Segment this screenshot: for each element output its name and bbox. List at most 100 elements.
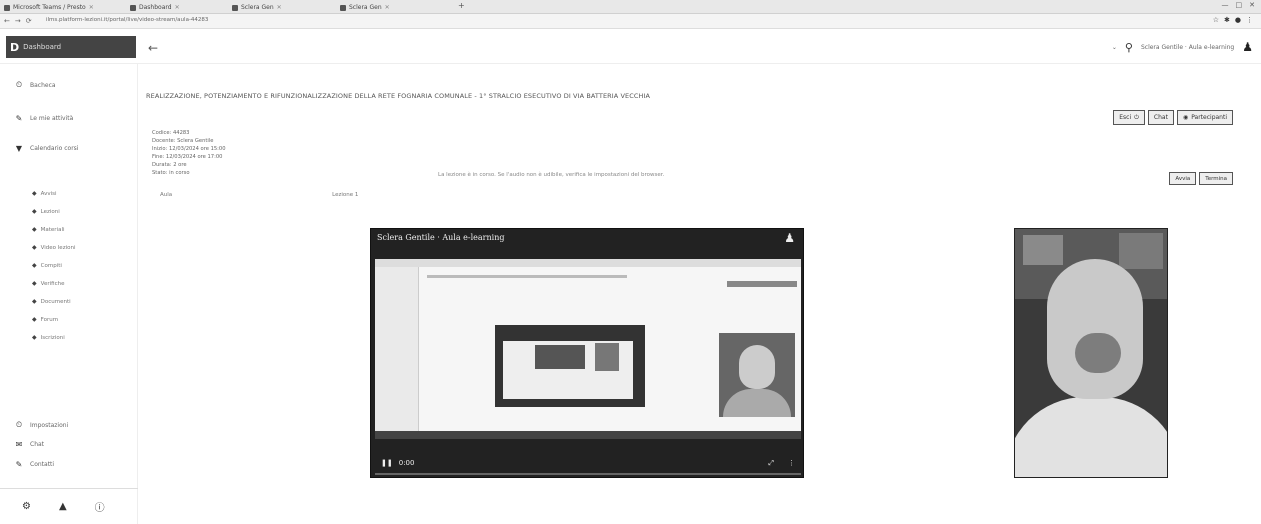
bullet-icon: ◆ — [32, 226, 37, 233]
sidebar-subitem-label: Forum — [40, 316, 59, 323]
sidebar-item-impostazioni[interactable]: ⏲ Impostazioni — [14, 420, 68, 430]
sidebar-subitem[interactable]: ◆ Forum — [32, 316, 58, 323]
profile-icon[interactable]: ● — [1235, 16, 1241, 24]
sidebar-item-label: Bacheca — [30, 81, 56, 89]
sidebar-subitem[interactable]: ◆ Iscrizioni — [32, 334, 65, 341]
more-icon[interactable]: ⋮ — [788, 459, 795, 467]
menu-icon[interactable]: ⋮ — [1246, 16, 1253, 24]
sidebar: ⏲ Bacheca ✎ Le mie attività ▼ Calendario… — [0, 64, 138, 524]
progress-bar[interactable] — [375, 473, 801, 475]
close-icon[interactable]: ✕ — [175, 4, 180, 11]
meta-line: Docente: Sclera Gentile — [152, 138, 214, 144]
lesson-actions: Avvia Termina — [1169, 172, 1233, 185]
sidebar-item-bacheca[interactable]: ⏲ Bacheca — [14, 80, 56, 90]
button-label: Avvia — [1175, 175, 1191, 182]
search-icon[interactable]: ⚲ — [1125, 41, 1133, 54]
tab-favicon-icon — [232, 4, 238, 11]
maximize-button[interactable]: □ — [1236, 1, 1243, 9]
header-text: Sclera Gentile · Aula e-learning — [1140, 43, 1235, 51]
sidebar-subitem-label: Lezioni — [40, 208, 60, 215]
share-title: Sclera Gentile · Aula e-learning — [377, 233, 505, 242]
sidebar-subitem-label: Documenti — [40, 298, 71, 305]
browser-tab[interactable]: Sclera Gen ✕ — [232, 2, 282, 13]
sidebar-item-chat[interactable]: ✉ Chat — [14, 440, 44, 449]
user-icon[interactable]: ♟ — [1242, 40, 1253, 54]
sidebar-subitem[interactable]: ◆ Verifiche — [32, 280, 65, 287]
chat-button[interactable]: Chat — [1147, 110, 1174, 125]
participants-button[interactable]: ◉ Partecipanti — [1176, 110, 1233, 125]
nested-share — [535, 345, 585, 369]
webcam-background-frame — [1023, 235, 1063, 265]
player-controls-right: ⤢ ⋮ — [768, 459, 795, 468]
pause-icon[interactable]: ❚❚ — [381, 459, 393, 467]
sidebar-subitem[interactable]: ◆ Lezioni — [32, 208, 60, 215]
sidebar-item-calendario[interactable]: ▼ Calendario corsi — [14, 144, 79, 153]
start-button[interactable]: Avvia — [1169, 172, 1197, 185]
sidebar-subitem[interactable]: ◆ Avvisi — [32, 190, 57, 197]
tab-favicon-icon — [340, 4, 346, 11]
settings-icon[interactable]: ⚙ — [22, 501, 31, 512]
close-icon[interactable]: ✕ — [277, 4, 282, 11]
shared-sidebar — [375, 267, 419, 439]
section-label: Lezione 1 — [332, 192, 359, 198]
logo-text: Dashboard — [23, 43, 62, 51]
shared-nested-video — [495, 325, 645, 407]
bullet-icon: ◆ — [32, 298, 37, 305]
person-head — [1047, 259, 1143, 399]
browser-tab[interactable]: Microsoft Teams / Presto ✕ — [4, 2, 94, 13]
new-tab-button[interactable]: + — [458, 1, 465, 10]
logo-mark: D — [10, 40, 20, 54]
exit-button[interactable]: Esci ⏻ — [1113, 110, 1145, 125]
tab-label: Microsoft Teams / Presto — [13, 4, 86, 11]
close-icon[interactable]: ✕ — [385, 4, 390, 11]
tab-favicon-icon — [130, 4, 136, 11]
sidebar-subitem-label: Iscrizioni — [40, 334, 65, 341]
nav-buttons: ← → ⟳ — [4, 17, 32, 25]
close-window-button[interactable]: ✕ — [1249, 1, 1255, 9]
star-icon[interactable]: ☆ — [1213, 16, 1219, 24]
back-nav-button[interactable]: ← — [4, 17, 10, 25]
info-icon[interactable]: ⓘ — [95, 499, 105, 514]
browser-tab[interactable]: Dashboard ✕ — [130, 2, 180, 13]
dropdown-icon[interactable]: ⌄ — [1112, 44, 1117, 51]
screen-share-player[interactable]: Sclera Gentile · Aula e-learning ♟ ❚❚ 0:… — [370, 228, 804, 478]
bullet-icon: ◆ — [32, 280, 37, 287]
url-field[interactable]: ilms.platform-lezioni.it/portal/live/vid… — [46, 17, 346, 26]
person-body — [723, 389, 791, 417]
people-icon: ◉ — [1182, 114, 1189, 121]
bullet-icon: ◆ — [32, 262, 37, 269]
sidebar-subitem-label: Video lezioni — [40, 244, 76, 251]
sidebar-item-attivita[interactable]: ✎ Le mie attività — [14, 114, 74, 123]
sidebar-subitem[interactable]: ◆ Documenti — [32, 298, 71, 305]
shared-screen-content — [375, 259, 801, 439]
sidebar-item-label: Calendario corsi — [30, 145, 79, 152]
up-icon[interactable]: ▲ — [59, 501, 67, 512]
app-logo[interactable]: D Dashboard — [6, 36, 136, 58]
sidebar-subitem[interactable]: ◆ Video lezioni — [32, 244, 76, 251]
forward-nav-button[interactable]: → — [15, 17, 21, 25]
back-button[interactable]: ← — [148, 41, 158, 55]
header-right: ⌄ ⚲ Sclera Gentile · Aula e-learning ♟ — [1112, 40, 1253, 54]
extensions-icon[interactable]: ✱ — [1224, 16, 1230, 24]
sidebar-item-contatti[interactable]: ✎ Contatti — [14, 460, 54, 469]
webcam-feed — [1014, 228, 1168, 478]
section-labels: Aula Lezione 1 — [160, 192, 358, 198]
clock-icon: ⏲ — [15, 420, 23, 429]
meta-line: Fine: 12/03/2024 ore 17:00 — [152, 154, 223, 160]
browser-tab[interactable]: Sclera Gen ✕ — [340, 2, 390, 13]
sidebar-subitem[interactable]: ◆ Compiti — [32, 262, 62, 269]
button-label: Chat — [1153, 114, 1168, 121]
minimize-button[interactable]: — — [1222, 1, 1229, 9]
reload-button[interactable]: ⟳ — [26, 17, 32, 25]
page-title: REALIZZAZIONE, POTENZIAMENTO E RIFUNZION… — [146, 92, 651, 100]
sidebar-subitem-label: Compiti — [40, 262, 62, 269]
edit-icon: ✎ — [15, 460, 23, 469]
sidebar-subitem[interactable]: ◆ Materiali — [32, 226, 65, 233]
nested-cam — [595, 343, 619, 371]
shared-title-line — [427, 275, 627, 278]
close-icon[interactable]: ✕ — [89, 4, 94, 11]
fullscreen-icon[interactable]: ⤢ — [768, 459, 774, 468]
person-shirt — [1015, 397, 1167, 477]
button-label: Termina — [1205, 175, 1227, 182]
end-button[interactable]: Termina — [1199, 172, 1233, 185]
